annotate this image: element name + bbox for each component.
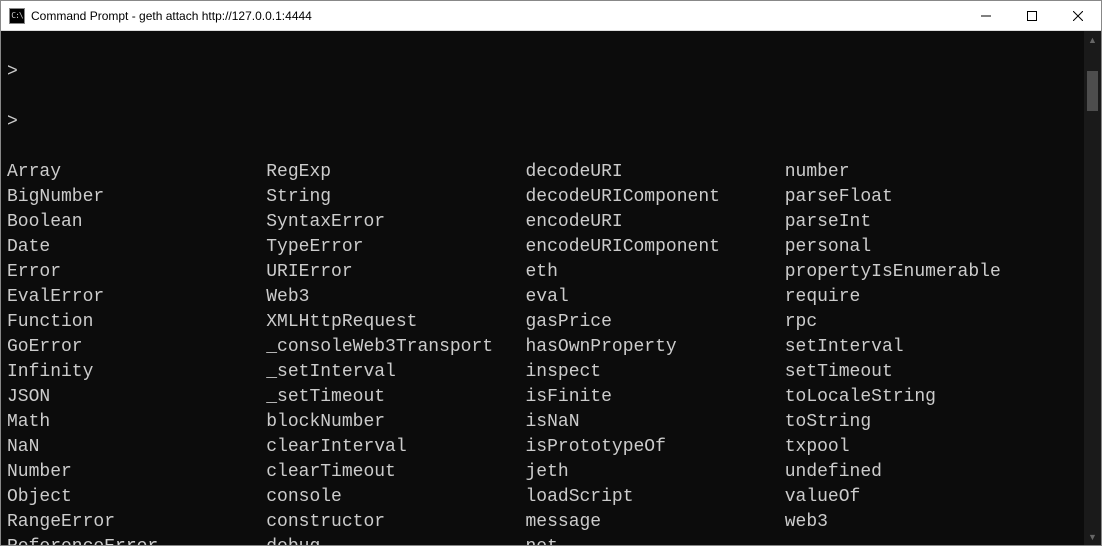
minimize-button[interactable] (963, 1, 1009, 30)
prompt-line: > (7, 60, 1078, 85)
prompt-line: > (7, 110, 1078, 135)
window-titlebar: C:\ Command Prompt - geth attach http://… (1, 1, 1101, 31)
window-controls (963, 1, 1101, 30)
cmd-icon: C:\ (9, 8, 25, 24)
completion-list: Array RegExp decodeURI number BigNumber … (7, 160, 1001, 545)
window-title: Command Prompt - geth attach http://127.… (31, 9, 963, 23)
maximize-icon (1027, 11, 1037, 21)
scroll-thumb[interactable] (1087, 71, 1098, 111)
completion-columns: Array RegExp decodeURI number BigNumber … (7, 160, 1078, 545)
close-button[interactable] (1055, 1, 1101, 30)
terminal-area: > > Array RegExp decodeURI number BigNum… (1, 31, 1101, 545)
terminal-output[interactable]: > > Array RegExp decodeURI number BigNum… (1, 31, 1084, 545)
close-icon (1073, 11, 1083, 21)
scroll-down-arrow[interactable]: ▼ (1084, 528, 1101, 545)
maximize-button[interactable] (1009, 1, 1055, 30)
scrollbar[interactable]: ▲ ▼ (1084, 31, 1101, 545)
scroll-up-arrow[interactable]: ▲ (1084, 31, 1101, 48)
minimize-icon (981, 11, 991, 21)
